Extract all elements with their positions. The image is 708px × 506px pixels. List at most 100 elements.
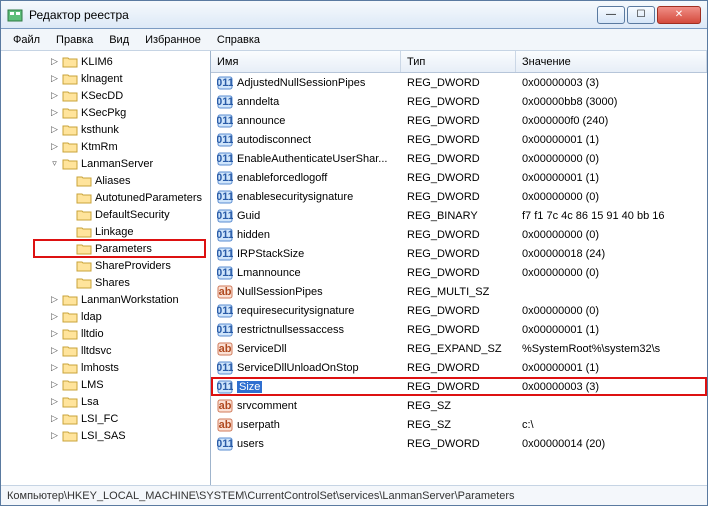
expand-icon[interactable]: ▷ (49, 362, 60, 373)
value-row[interactable]: restrictnullsessaccessREG_DWORD0x0000000… (211, 320, 707, 339)
tree-item[interactable]: ▷LMS (1, 376, 210, 393)
menu-item[interactable]: Справка (209, 29, 268, 50)
cell-type: REG_SZ (401, 400, 516, 412)
tree-item-label: AutotunedParameters (95, 192, 202, 204)
cell-data: 0x00000001 (1) (516, 362, 707, 374)
cell-name: requiresecuritysignature (211, 303, 401, 319)
column-type[interactable]: Тип (401, 51, 516, 72)
value-row[interactable]: SizeREG_DWORD0x00000003 (3) (211, 377, 707, 396)
value-row[interactable]: srvcommentREG_SZ (211, 396, 707, 415)
menu-item[interactable]: Файл (5, 29, 48, 50)
menubar: ФайлПравкаВидИзбранноеСправка (1, 29, 707, 51)
cell-data: f7 f1 7c 4c 86 15 91 40 bb 16 (516, 210, 707, 222)
expand-icon[interactable]: ▷ (49, 294, 60, 305)
value-name: restrictnullsessaccess (237, 324, 344, 336)
value-row[interactable]: anndeltaREG_DWORD0x00000bb8 (3000) (211, 92, 707, 111)
toggle-placeholder (63, 243, 74, 254)
expand-icon[interactable]: ▷ (49, 379, 60, 390)
collapse-icon[interactable]: ▿ (49, 158, 60, 169)
minimize-button[interactable]: — (597, 6, 625, 24)
value-row[interactable]: enableforcedlogoffREG_DWORD0x00000001 (1… (211, 168, 707, 187)
menu-item[interactable]: Избранное (137, 29, 209, 50)
dword-value-icon (217, 360, 233, 376)
expand-icon[interactable]: ▷ (49, 396, 60, 407)
tree-item[interactable]: ▷lltdio (1, 325, 210, 342)
value-row[interactable]: IRPStackSizeREG_DWORD0x00000018 (24) (211, 244, 707, 263)
cell-data: 0x00000000 (0) (516, 229, 707, 241)
folder-icon (62, 123, 78, 136)
value-row[interactable]: GuidREG_BINARYf7 f1 7c 4c 86 15 91 40 bb… (211, 206, 707, 225)
tree-item[interactable]: ▿LanmanServer (1, 155, 210, 172)
cell-name: Lmannounce (211, 265, 401, 281)
cell-data: 0x00000014 (20) (516, 438, 707, 450)
expand-icon[interactable]: ▷ (49, 413, 60, 424)
column-data[interactable]: Значение (516, 51, 707, 72)
close-button[interactable]: ✕ (657, 6, 701, 24)
value-row[interactable]: enablesecuritysignatureREG_DWORD0x000000… (211, 187, 707, 206)
tree-item[interactable]: ▷ldap (1, 308, 210, 325)
folder-icon (76, 259, 92, 272)
client-area: ▷KLIM6▷klnagent▷KSecDD▷KSecPkg▷ksthunk▷K… (1, 51, 707, 485)
folder-icon (62, 140, 78, 153)
cell-data: 0x00000bb8 (3000) (516, 96, 707, 108)
expand-icon[interactable]: ▷ (49, 107, 60, 118)
value-row[interactable]: NullSessionPipesREG_MULTI_SZ (211, 282, 707, 301)
maximize-button[interactable]: ☐ (627, 6, 655, 24)
value-row[interactable]: hiddenREG_DWORD0x00000000 (0) (211, 225, 707, 244)
expand-icon[interactable]: ▷ (49, 73, 60, 84)
tree-item[interactable]: ShareProviders (1, 257, 210, 274)
value-row[interactable]: ServiceDllREG_EXPAND_SZ%SystemRoot%\syst… (211, 339, 707, 358)
menu-item[interactable]: Вид (101, 29, 137, 50)
value-name: anndelta (237, 96, 279, 108)
value-row[interactable]: ServiceDllUnloadOnStopREG_DWORD0x0000000… (211, 358, 707, 377)
value-row[interactable]: announceREG_DWORD0x000000f0 (240) (211, 111, 707, 130)
tree-item[interactable]: ▷ksthunk (1, 121, 210, 138)
expand-icon[interactable]: ▷ (49, 124, 60, 135)
expand-icon[interactable]: ▷ (49, 311, 60, 322)
tree-item[interactable]: ▷ LSI_FC (1, 410, 210, 427)
tree-item[interactable]: ▷KSecDD (1, 87, 210, 104)
tree-item[interactable]: ▷KSecPkg (1, 104, 210, 121)
cell-type: REG_DWORD (401, 77, 516, 89)
value-row[interactable]: autodisconnectREG_DWORD0x00000001 (1) (211, 130, 707, 149)
expand-icon[interactable]: ▷ (49, 328, 60, 339)
tree-item[interactable]: ▷KtmRm (1, 138, 210, 155)
value-row[interactable]: usersREG_DWORD0x00000014 (20) (211, 434, 707, 453)
value-row[interactable]: LmannounceREG_DWORD0x00000000 (0) (211, 263, 707, 282)
tree-item[interactable]: DefaultSecurity (1, 206, 210, 223)
tree-item-label: Aliases (95, 175, 130, 187)
tree-item[interactable]: ▷Lsa (1, 393, 210, 410)
value-row[interactable]: AdjustedNullSessionPipesREG_DWORD0x00000… (211, 73, 707, 92)
list-panel: Имя Тип Значение AdjustedNullSessionPipe… (211, 51, 707, 485)
cell-data: 0x00000000 (0) (516, 305, 707, 317)
tree-item[interactable]: Aliases (1, 172, 210, 189)
expand-icon[interactable]: ▷ (49, 90, 60, 101)
tree-item[interactable]: ▷LanmanWorkstation (1, 291, 210, 308)
folder-icon (62, 72, 78, 85)
expand-icon[interactable]: ▷ (49, 345, 60, 356)
value-row[interactable]: userpathREG_SZc:\ (211, 415, 707, 434)
tree-item-label: LSI_FC (81, 413, 118, 425)
menu-item[interactable]: Правка (48, 29, 101, 50)
tree-item[interactable]: Shares (1, 274, 210, 291)
tree-item[interactable]: ▷lltdsvc (1, 342, 210, 359)
expand-icon[interactable]: ▷ (49, 141, 60, 152)
tree-item[interactable]: ▷klnagent (1, 70, 210, 87)
expand-icon[interactable]: ▷ (49, 430, 60, 441)
list-body[interactable]: AdjustedNullSessionPipesREG_DWORD0x00000… (211, 73, 707, 485)
column-name[interactable]: Имя (211, 51, 401, 72)
tree-item[interactable]: ▷KLIM6 (1, 53, 210, 70)
expand-icon[interactable]: ▷ (49, 56, 60, 67)
cell-name: userpath (211, 417, 401, 433)
tree-item[interactable]: Parameters (1, 240, 210, 257)
cell-type: REG_DWORD (401, 172, 516, 184)
cell-name: autodisconnect (211, 132, 401, 148)
tree-item[interactable]: Linkage (1, 223, 210, 240)
tree-item[interactable]: ▷lmhosts (1, 359, 210, 376)
value-row[interactable]: EnableAuthenticateUserShar...REG_DWORD0x… (211, 149, 707, 168)
tree-item[interactable]: AutotunedParameters (1, 189, 210, 206)
value-row[interactable]: requiresecuritysignatureREG_DWORD0x00000… (211, 301, 707, 320)
dword-value-icon (217, 436, 233, 452)
tree-item[interactable]: ▷LSI_SAS (1, 427, 210, 444)
tree-panel[interactable]: ▷KLIM6▷klnagent▷KSecDD▷KSecPkg▷ksthunk▷K… (1, 51, 211, 485)
